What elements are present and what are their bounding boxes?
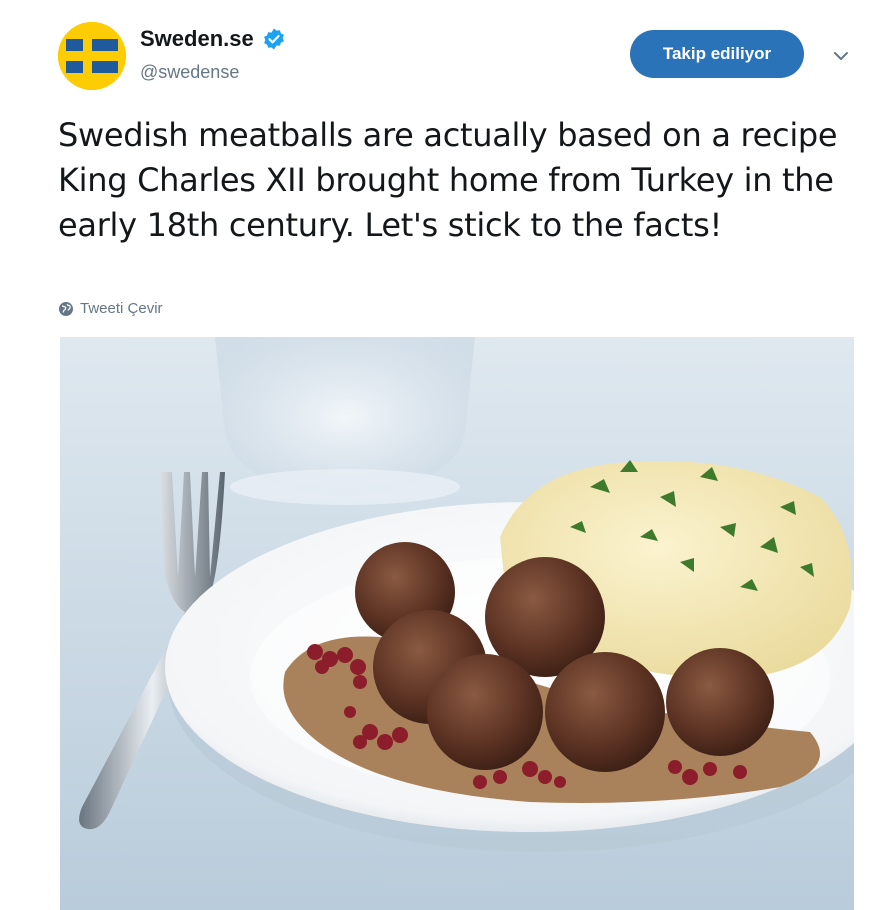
account-name-row: Sweden.se [140,26,286,52]
sweden-flag-icon [58,22,126,90]
avatar[interactable] [58,22,126,90]
tweet-card: Sweden.se @swedense Takip ediliyor Swedi… [0,0,880,910]
translate-tweet-link[interactable]: Tweeti Çevir [58,300,163,317]
translate-label: Tweeti Çevir [80,300,163,317]
following-button[interactable]: Takip ediliyor [630,30,804,78]
globe-icon [59,301,73,316]
tweet-text: Swedish meatballs are actually based on … [58,116,838,244]
chevron-down-icon[interactable] [829,44,853,68]
display-name[interactable]: Sweden.se [140,26,254,52]
account-handle[interactable]: @swedense [140,62,239,83]
photo-meatballs-plate [60,337,854,910]
tweet-photo[interactable] [60,337,854,910]
verified-badge-icon [263,28,284,50]
